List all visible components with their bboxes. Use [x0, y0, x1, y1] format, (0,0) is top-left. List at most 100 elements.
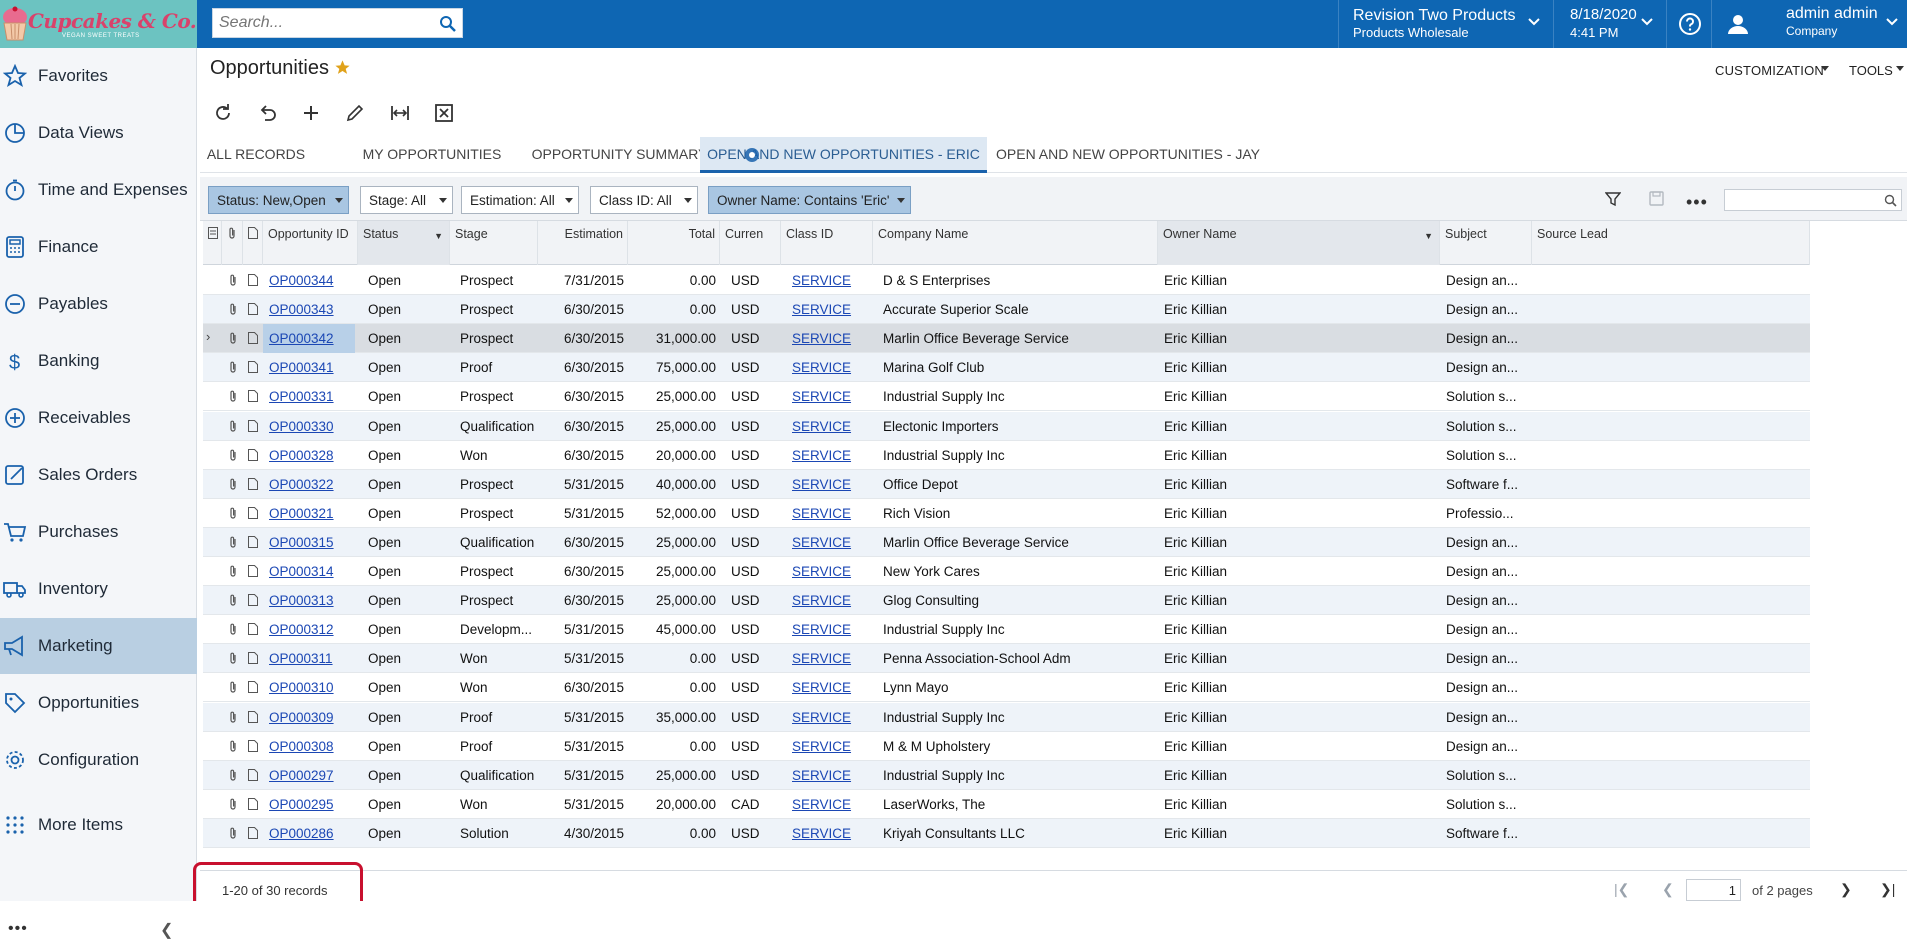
note-icon[interactable] [248, 535, 258, 548]
table-row[interactable]: OP000310 Open Won 6/30/2015 0.00 USD SERVICE Ly… [203, 673, 1810, 703]
paperclip-icon[interactable] [228, 623, 238, 636]
tab-all-records[interactable]: ALL RECORDS [200, 137, 312, 173]
note-icon[interactable] [248, 419, 258, 432]
filter-icon[interactable] [1605, 191, 1621, 207]
fit-columns-icon[interactable] [388, 101, 412, 125]
search-input[interactable] [213, 9, 433, 37]
column-header-class-id[interactable]: Class ID [781, 221, 873, 265]
table-row[interactable]: OP000328 Open Won 6/30/2015 20,000.00 USD SERV… [203, 441, 1810, 470]
sidebar-item-inventory[interactable]: Inventory [0, 561, 197, 617]
header-row-selector[interactable] [203, 221, 222, 265]
sidebar-item-favorites[interactable]: Favorites [0, 48, 197, 104]
table-row[interactable]: OP000344 Open Prospect 7/31/2015 0.00 USD SERV… [203, 266, 1810, 295]
grid-search-input[interactable] [1724, 189, 1902, 211]
cell-class-id[interactable]: SERVICE [792, 615, 870, 644]
user-menu[interactable]: admin admin Company [1711, 0, 1907, 48]
note-icon[interactable] [248, 681, 258, 694]
note-icon[interactable] [248, 797, 258, 810]
cell-opportunity-id[interactable]: OP000313 [269, 586, 355, 615]
cell-opportunity-id[interactable]: OP000315 [269, 528, 355, 557]
paperclip-icon[interactable] [228, 536, 238, 549]
cell-class-id[interactable]: SERVICE [792, 557, 870, 586]
date-time-selector[interactable]: 8/18/2020 4:41 PM [1553, 0, 1666, 48]
cell-opportunity-id[interactable]: OP000321 [269, 499, 355, 528]
table-row[interactable]: OP000314 Open Prospect 6/30/2015 25,000.00 US… [203, 557, 1810, 586]
cell-class-id[interactable]: SERVICE [792, 673, 870, 702]
cell-opportunity-id[interactable]: OP000295 [269, 790, 355, 819]
cell-opportunity-id[interactable]: OP000341 [269, 353, 355, 382]
sidebar-item-data-views[interactable]: Data Views [0, 105, 197, 161]
table-row[interactable]: OP000315 Open Qualification 6/30/2015 25,000… [203, 527, 1810, 557]
sidebar-item-time-expenses[interactable]: Time and Expenses [0, 162, 197, 218]
column-header-total[interactable]: Total [628, 221, 720, 265]
cell-class-id[interactable]: SERVICE [792, 470, 870, 499]
cell-opportunity-id[interactable]: OP000343 [269, 295, 355, 324]
more-menu-icon[interactable]: ••• [8, 920, 28, 938]
paperclip-icon[interactable] [228, 390, 238, 403]
paperclip-icon[interactable] [228, 449, 238, 462]
search-icon[interactable] [439, 15, 456, 32]
note-icon[interactable] [248, 652, 258, 665]
column-header-source-lead[interactable]: Source Lead [1532, 221, 1810, 265]
cell-class-id[interactable]: SERVICE [792, 266, 870, 295]
paperclip-icon[interactable] [228, 798, 238, 811]
cell-opportunity-id[interactable]: OP000297 [269, 761, 355, 790]
tab-open-new-jay[interactable]: OPEN AND NEW OPPORTUNITIES - JAY [996, 137, 1260, 173]
table-row[interactable]: OP000331 Open Prospect 6/30/2015 25,000.00 US… [203, 382, 1810, 412]
tab-my-opportunities[interactable]: MY OPPORTUNITIES [347, 137, 517, 173]
cell-class-id[interactable]: SERVICE [792, 353, 870, 382]
header-notes[interactable] [243, 221, 263, 265]
paperclip-icon[interactable] [228, 420, 238, 433]
note-icon[interactable] [248, 274, 258, 286]
column-header-stage[interactable]: Stage [450, 221, 538, 265]
cell-opportunity-id[interactable]: OP000331 [269, 382, 355, 411]
paperclip-icon[interactable] [228, 274, 238, 287]
cell-opportunity-id[interactable]: OP000330 [269, 412, 355, 441]
table-row[interactable]: OP000295 Open Won 5/31/2015 20,000.00 CAD SERV… [203, 790, 1810, 819]
cell-opportunity-id[interactable]: OP000322 [269, 470, 355, 499]
paperclip-icon[interactable] [228, 827, 238, 840]
undo-icon[interactable] [256, 101, 280, 125]
paperclip-icon[interactable] [228, 332, 238, 345]
column-header-opportunity-id[interactable]: Opportunity ID [263, 221, 358, 265]
cell-class-id[interactable]: SERVICE [792, 324, 870, 353]
table-row[interactable]: OP000308 Open Proof 5/31/2015 0.00 USD SERVICE… [203, 732, 1810, 761]
paperclip-icon[interactable] [228, 594, 238, 607]
cell-class-id[interactable]: SERVICE [792, 732, 870, 761]
table-row[interactable]: OP000313 Open Prospect 6/30/2015 25,000.00 US… [203, 586, 1810, 616]
note-icon[interactable] [248, 477, 258, 490]
table-row[interactable]: OP000343 Open Prospect 6/30/2015 0.00 USD SERV… [203, 295, 1810, 325]
column-header-owner-name[interactable]: Owner Name ▼ [1158, 221, 1440, 265]
note-icon[interactable] [248, 332, 258, 345]
filter-class-id[interactable]: Class ID: All [590, 186, 698, 214]
cell-opportunity-id[interactable]: OP000344 [269, 266, 355, 295]
tab-opportunity-summary[interactable]: OPPORTUNITY SUMMARY [519, 137, 720, 173]
filter-estimation[interactable]: Estimation: All [461, 186, 579, 214]
filter-stage[interactable]: Stage: All [360, 186, 453, 214]
table-row[interactable]: OP000341 Open Proof 6/30/2015 75,000.00 USD SE… [203, 353, 1810, 383]
cell-opportunity-id[interactable]: OP000286 [269, 819, 355, 848]
column-header-company-name[interactable]: Company Name [873, 221, 1158, 265]
note-icon[interactable] [248, 448, 258, 461]
cell-class-id[interactable]: SERVICE [792, 441, 870, 470]
company-logo[interactable]: Cupcakes & Co. VEGAN SWEET TREATS [0, 0, 197, 48]
note-icon[interactable] [248, 594, 258, 607]
cell-opportunity-id[interactable]: OP000312 [269, 615, 355, 644]
note-icon[interactable] [248, 303, 258, 316]
note-icon[interactable] [248, 623, 258, 636]
cell-opportunity-id[interactable]: OP000328 [269, 441, 355, 470]
collapse-sidebar-icon[interactable]: ❮ [160, 920, 173, 940]
sidebar-item-finance[interactable]: Finance [0, 219, 197, 275]
sidebar-item-purchases[interactable]: Purchases [0, 504, 197, 560]
column-header-subject[interactable]: Subject [1440, 221, 1532, 265]
last-page-icon[interactable]: ❯| [1880, 881, 1895, 898]
table-row[interactable]: OP000311 Open Won 5/31/2015 0.00 USD SERVICE Pe… [203, 644, 1810, 674]
cell-class-id[interactable]: SERVICE [792, 528, 870, 557]
cell-class-id[interactable]: SERVICE [792, 790, 870, 819]
tools-menu[interactable]: TOOLS [1849, 63, 1893, 78]
sidebar-item-configuration[interactable]: Configuration [0, 732, 197, 788]
paperclip-icon[interactable] [228, 507, 238, 520]
paperclip-icon[interactable] [228, 565, 238, 578]
cell-class-id[interactable]: SERVICE [792, 586, 870, 615]
sidebar-item-payables[interactable]: Payables [0, 276, 197, 332]
